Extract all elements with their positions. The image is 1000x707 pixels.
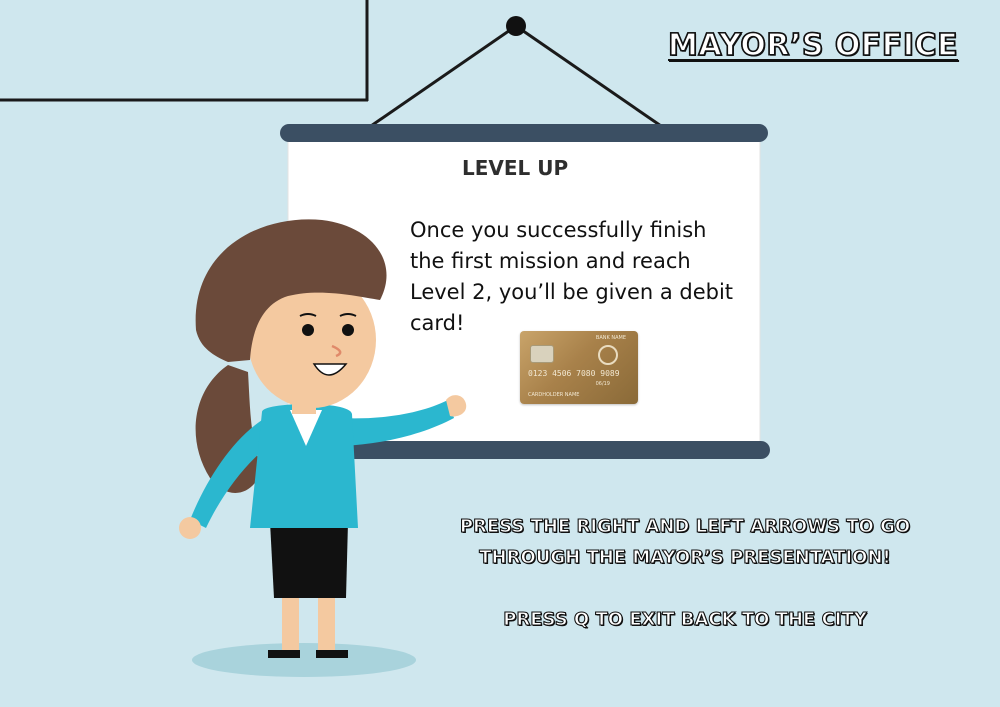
wall-frame — [0, 0, 369, 102]
navigation-instructions: Press the right and left arrows to go th… — [440, 511, 930, 573]
page-title: Mayor’s Office — [667, 27, 959, 64]
card-logo-icon — [598, 345, 618, 365]
card-chip — [530, 345, 554, 363]
card-expiry: 06/19 — [595, 381, 610, 387]
card-number: 0123 4506 7080 9089 — [528, 369, 620, 378]
instruction-line: through the mayor’s presentation! — [479, 546, 892, 568]
board-line: Level 2, you’ll be given a debit — [410, 280, 734, 304]
board-heading: LEVEL UP — [462, 156, 569, 180]
card-bank-name: BANK NAME — [595, 335, 626, 341]
instruction-line: Press the right and left arrows to go — [459, 515, 911, 537]
board-body-text: Once you successfully finish the first m… — [410, 215, 755, 339]
credit-card-icon: BANK NAME 0123 4506 7080 9089 06/19 CARD… — [520, 331, 638, 404]
office-scene — [0, 0, 770, 677]
board-line: Once you successfully finish — [410, 218, 707, 242]
board-line: the first mission and reach — [410, 249, 691, 273]
exit-instruction: Press Q to exit back to the city — [503, 608, 868, 630]
card-holder-name: CARDHOLDER NAME — [528, 392, 580, 398]
